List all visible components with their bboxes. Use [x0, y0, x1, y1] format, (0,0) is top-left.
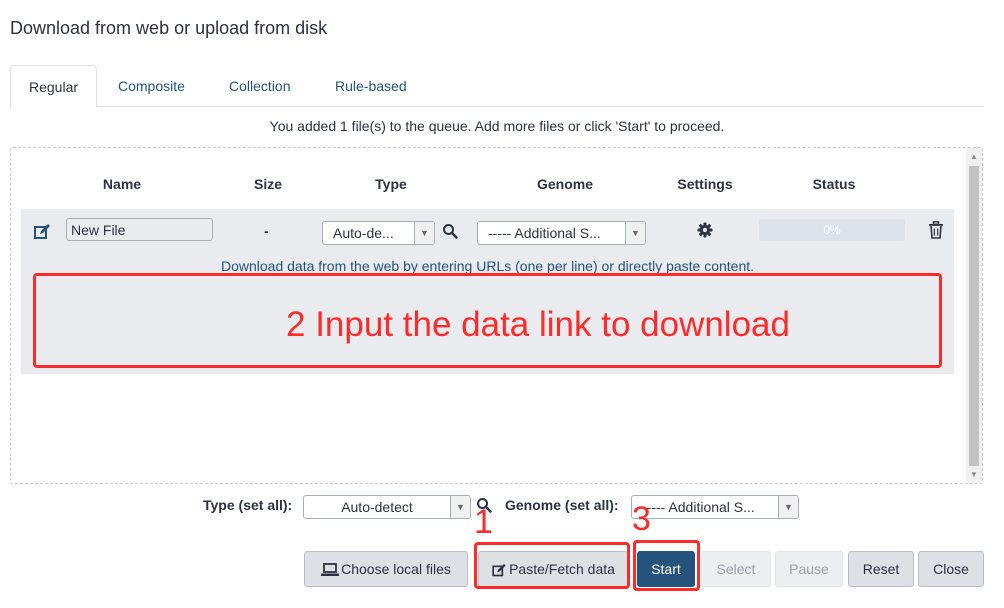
trash-icon[interactable] [928, 221, 944, 239]
queue-message: You added 1 file(s) to the queue. Add mo… [269, 118, 725, 134]
genome-set-all-label: Genome (set all): [505, 497, 619, 513]
column-header-status: Status [812, 176, 856, 192]
genome-value: ----- Additional S... [488, 225, 601, 241]
choose-local-files-label: Choose local files [341, 561, 451, 577]
file-type-value: Auto-de... [333, 225, 394, 241]
type-set-all-label: Type (set all): [203, 497, 293, 513]
chevron-down-icon: ▼ [414, 222, 434, 244]
select-button[interactable]: Select [701, 551, 771, 587]
search-icon[interactable] [442, 223, 458, 239]
choose-local-files-button[interactable]: Choose local files [304, 551, 468, 587]
column-header-size: Size [253, 176, 282, 192]
file-type-select[interactable]: Auto-de... ▼ [322, 221, 435, 245]
column-header-genome: Genome [536, 176, 593, 192]
file-size-value: - [264, 223, 269, 239]
genome-set-all-select[interactable]: ----- Additional S... ▼ [631, 495, 799, 519]
column-header-settings: Settings [677, 176, 733, 192]
annotation-step2-text: 2 Input the data link to download [286, 305, 790, 344]
paste-hint-text: Download data from the web by entering U… [220, 258, 755, 274]
gear-icon[interactable] [697, 222, 713, 238]
annotation-step3-number: 3 [632, 500, 651, 538]
file-name-input[interactable] [66, 218, 213, 241]
close-button[interactable]: Close [918, 551, 984, 587]
upload-tabs: Regular Composite Collection Rule-based [10, 65, 984, 108]
tab-rule-based[interactable]: Rule-based [317, 65, 425, 107]
laptop-icon [321, 563, 340, 577]
tab-regular[interactable]: Regular [10, 65, 98, 108]
chevron-down-icon: ▼ [778, 496, 798, 518]
genome-select[interactable]: ----- Additional S... ▼ [477, 221, 646, 245]
modal-title: Download from web or upload from disk [10, 18, 328, 38]
scrollbar-thumb[interactable] [969, 166, 979, 466]
column-header-type: Type [375, 176, 407, 192]
progress-label: 0% [823, 223, 841, 237]
annotation-step1-number: 1 [474, 503, 493, 541]
pause-button[interactable]: Pause [775, 551, 843, 587]
annotation-box-step3 [633, 540, 700, 591]
type-set-all-value: Auto-detect [341, 499, 413, 515]
tab-composite[interactable]: Composite [100, 65, 203, 107]
annotation-box-step1 [474, 542, 630, 589]
queue-scrollbar[interactable]: ▲ ▼ [966, 148, 982, 483]
chevron-down-icon: ▼ [450, 496, 470, 518]
edit-icon[interactable] [33, 223, 51, 241]
scroll-down-arrow-icon[interactable]: ▼ [966, 470, 982, 479]
chevron-down-icon: ▼ [625, 222, 645, 244]
genome-set-all-value: ----- Additional S... [642, 499, 755, 515]
upload-progress-bar: 0% [759, 219, 905, 241]
tab-collection[interactable]: Collection [211, 65, 308, 107]
type-set-all-select[interactable]: Auto-detect ▼ [303, 495, 471, 519]
column-header-name: Name [102, 176, 142, 192]
reset-button[interactable]: Reset [848, 551, 914, 587]
scroll-up-arrow-icon[interactable]: ▲ [966, 152, 982, 161]
